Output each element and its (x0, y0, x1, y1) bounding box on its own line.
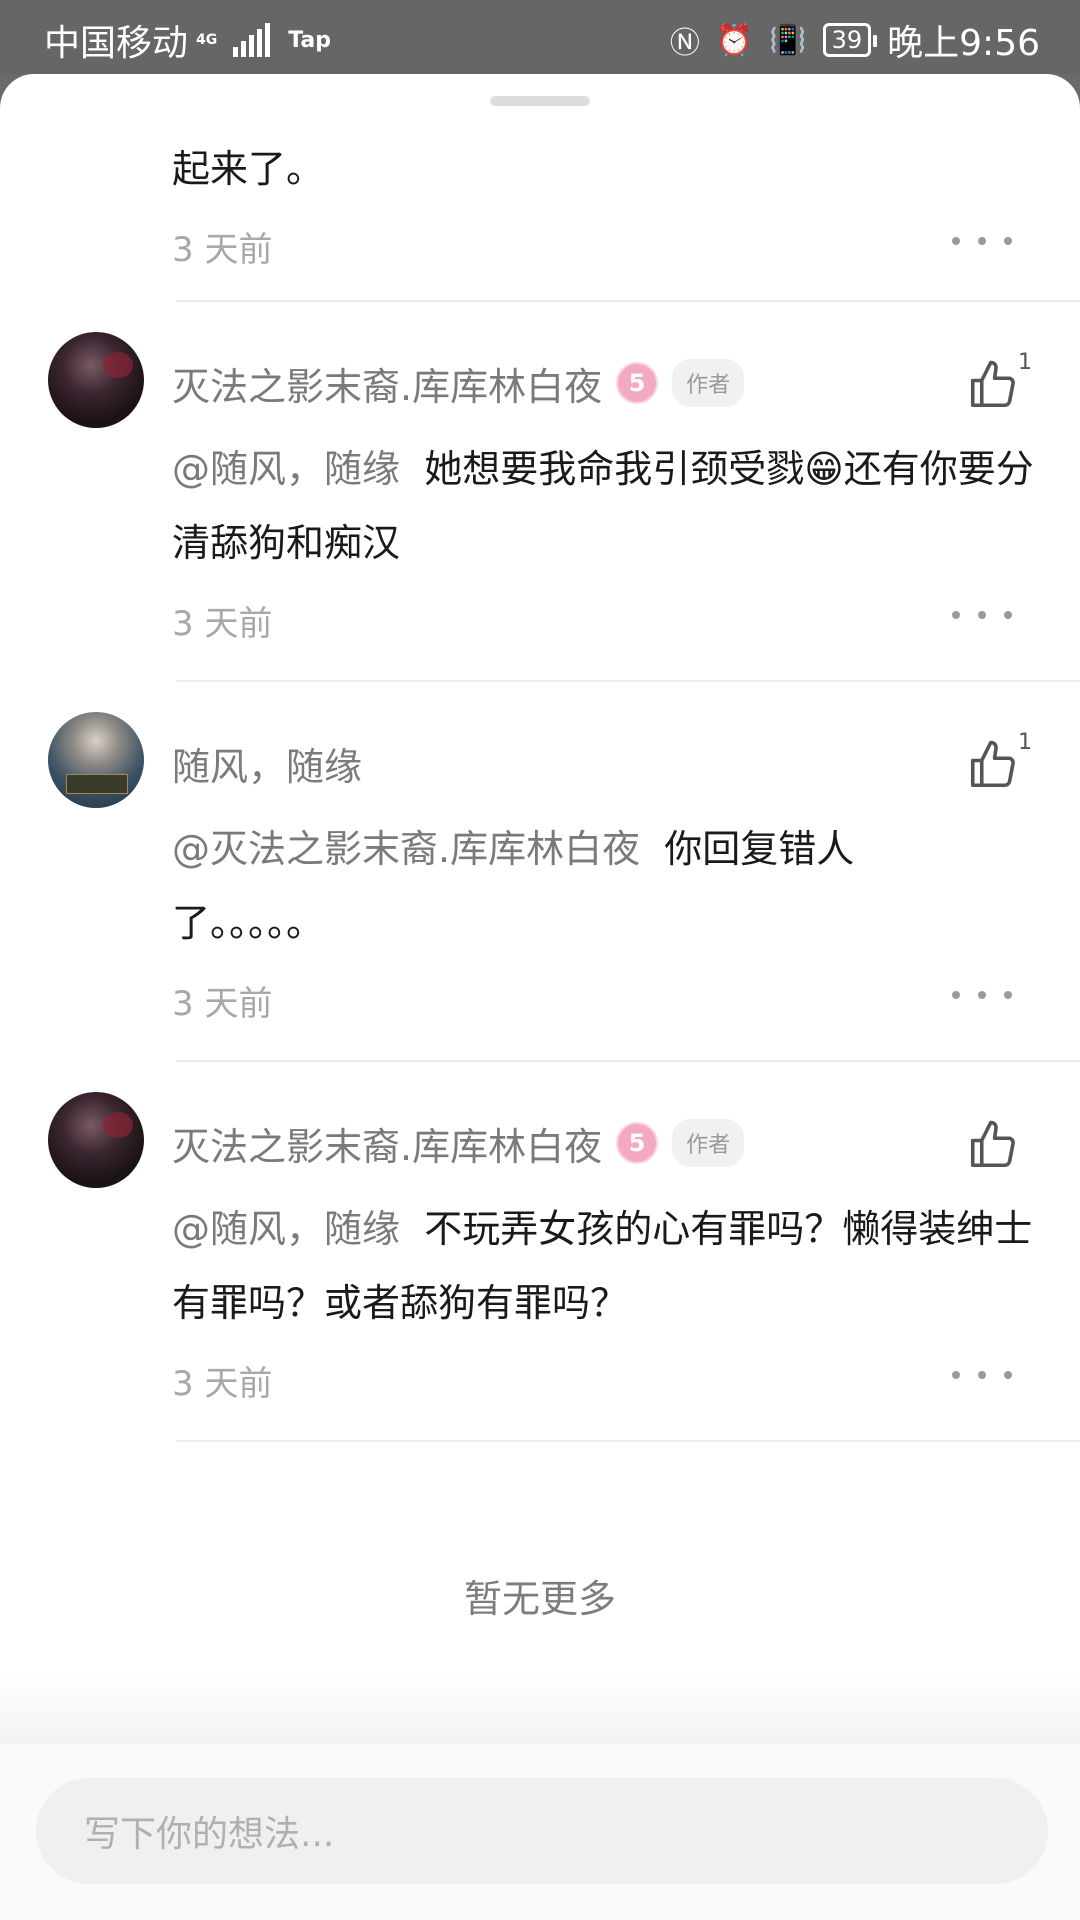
mention-link[interactable]: @随风，随缘 (172, 1207, 400, 1251)
comment-body: @灭法之影末裔.库库林白夜 你回复错人了。。。。。 (172, 812, 932, 960)
like-count: 1 (1018, 350, 1032, 375)
comment-text: 起来了。 (172, 147, 325, 191)
status-bar: 中国移动 4G Tap Ⓝ ⏰ 📳 39 晚上9:56 (0, 0, 1080, 74)
like-count: 1 (1018, 730, 1032, 755)
comment-input[interactable]: 写下你的想法... (36, 1778, 1048, 1884)
fade-overlay (0, 1674, 1080, 1744)
battery-icon: 39 (822, 23, 877, 57)
username[interactable]: 灭法之影末裔.库库林白夜 (172, 1116, 602, 1171)
nfc-icon: Ⓝ (669, 26, 700, 61)
author-tag: 作者 (672, 1119, 745, 1167)
comment-body: @随风，随缘 她想要我命我引颈受戮😁还有你要分清舔狗和痴汉 (172, 432, 1042, 580)
comment-time: 3 天前 (172, 1364, 273, 1404)
no-more-label: 暂无更多 (463, 1577, 616, 1621)
level-badge: 5 (616, 362, 659, 404)
more-options-icon[interactable] (952, 1360, 1012, 1390)
clock: 晚上9:56 (887, 23, 1040, 64)
mention-link[interactable]: @灭法之影末裔.库库林白夜 (172, 827, 640, 871)
avatar[interactable] (48, 332, 144, 428)
comment-time: 3 天前 (172, 604, 273, 644)
author-tag: 作者 (672, 359, 745, 407)
more-options-icon[interactable] (952, 980, 1012, 1010)
thumbs-up-icon[interactable] (966, 1118, 1020, 1172)
comment-input-bar: 写下你的想法... (0, 1744, 1080, 1920)
divider (176, 1440, 1080, 1442)
avatar[interactable] (48, 1092, 144, 1188)
divider (176, 1060, 1080, 1062)
comment-body: @随风，随缘 不玩弄女孩的心有罪吗？懒得装绅士有罪吗？或者舔狗有罪吗？ (172, 1192, 1042, 1340)
divider (176, 300, 1080, 302)
comment-time: 3 天前 (172, 984, 273, 1024)
username[interactable]: 灭法之影末裔.库库林白夜 (172, 356, 602, 411)
app-label: Tap (288, 27, 332, 53)
level-badge: 5 (616, 1122, 659, 1164)
signal-icon (233, 23, 271, 57)
comments-sheet: 起来了。 3 天前 灭法之影末裔.库库林白夜 5 作者 1 @随风，随缘 她想要… (0, 74, 1080, 1920)
drag-handle[interactable] (490, 96, 590, 106)
input-placeholder: 写下你的想法... (84, 1814, 335, 1855)
comment-time: 3 天前 (172, 230, 273, 270)
more-options-icon[interactable] (952, 226, 1012, 256)
more-options-icon[interactable] (952, 600, 1012, 630)
username[interactable]: 随风，随缘 (172, 736, 362, 791)
vibrate-icon: 📳 (769, 22, 807, 58)
avatar[interactable] (48, 712, 144, 808)
carrier-label: 中国移动 (44, 23, 189, 64)
alarm-icon: ⏰ (715, 22, 754, 58)
mention-link[interactable]: @随风，随缘 (172, 447, 400, 491)
network-type: 4G (196, 32, 218, 48)
thumbs-up-icon[interactable] (966, 358, 1020, 412)
thumbs-up-icon[interactable] (966, 738, 1020, 792)
divider (176, 680, 1080, 682)
